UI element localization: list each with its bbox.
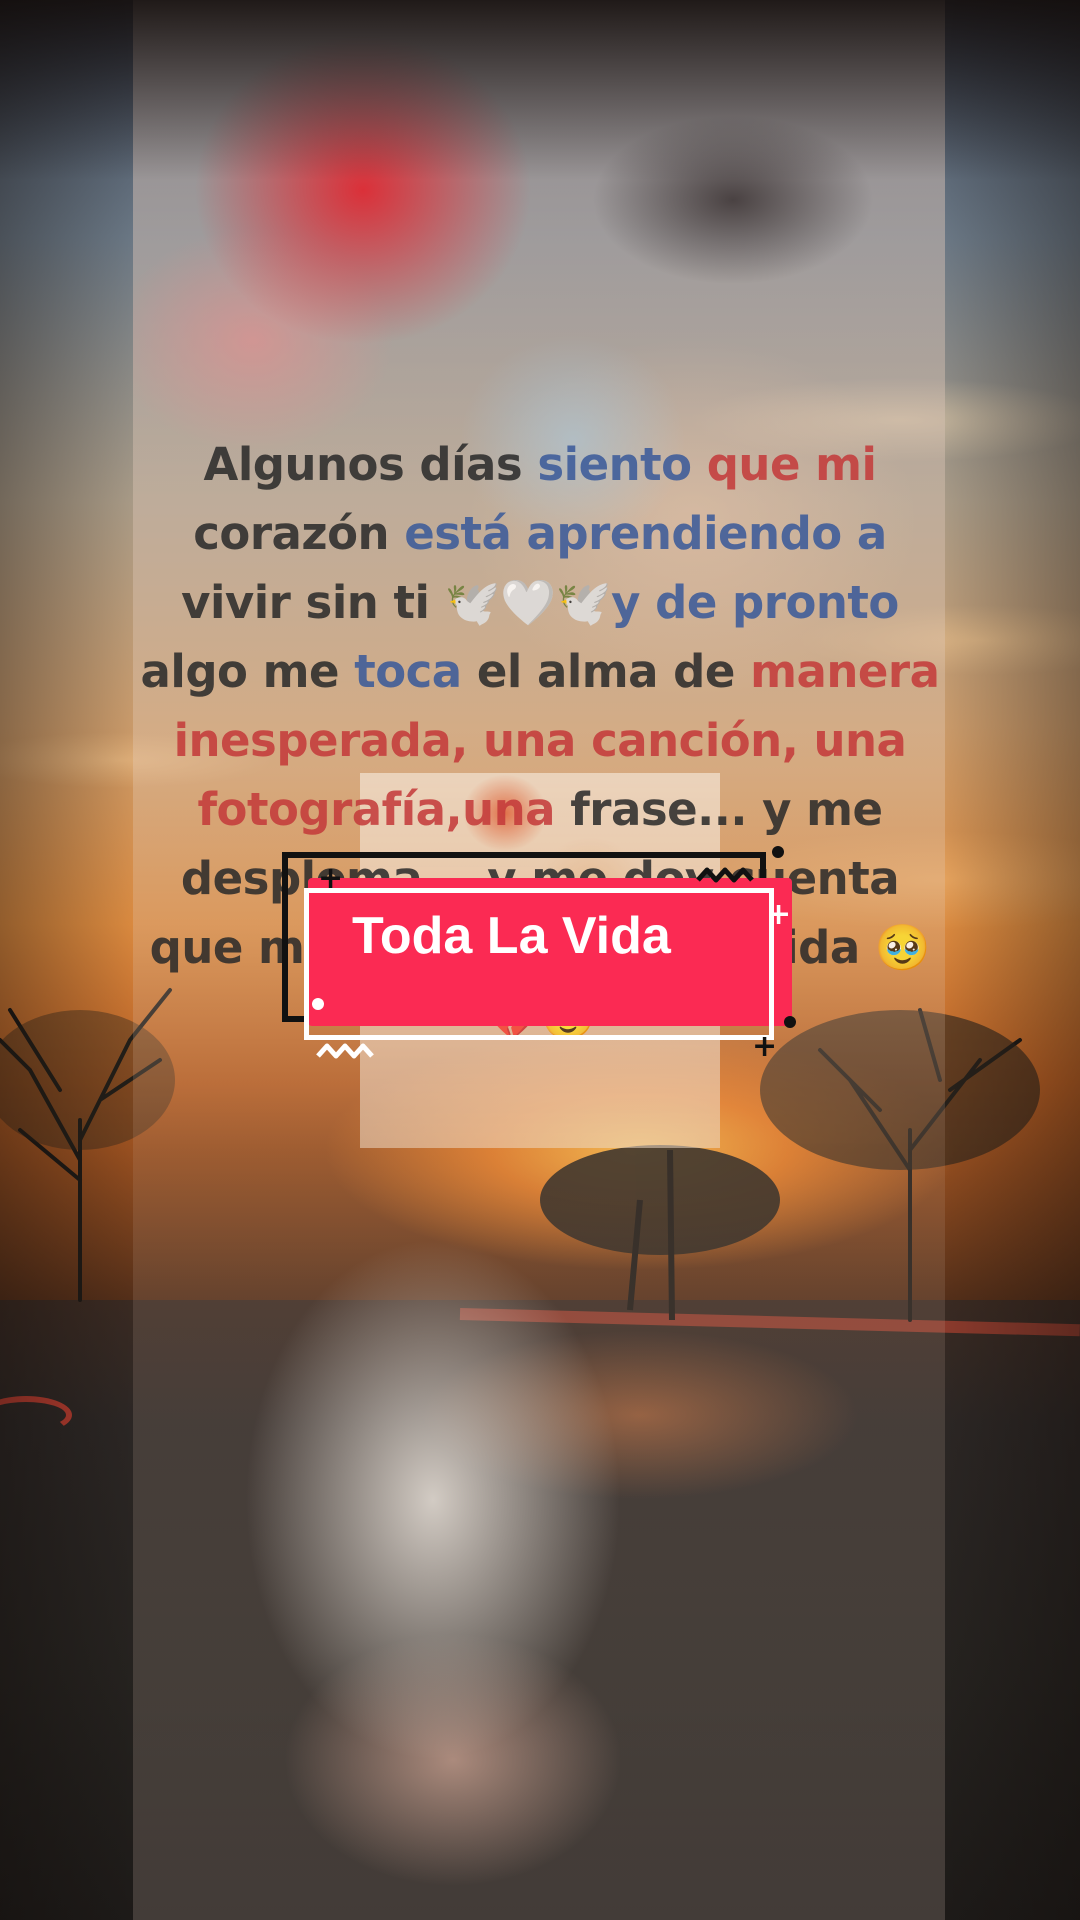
song-title: Toda La Vida [352,907,671,965]
caption-segment: Algunos días [203,438,538,491]
caption-segment: siento [537,438,707,491]
zigzag-icon [316,1043,374,1059]
caption-segment: está aprendiendo a [404,507,902,560]
caption-segment: frase... y me [570,783,898,836]
right-edge-shade [945,0,1080,1920]
title-badge: Toda La Vida + + + [282,846,798,1064]
plus-icon: + [766,897,792,932]
caption-segment: algo me [140,645,355,698]
plus-icon: + [752,1029,778,1064]
dot-icon [784,1016,796,1028]
dot-icon [312,998,324,1010]
caption-segment: toca [354,645,477,698]
caption-segment: vivir sin ti 🕊️🤍🕊️ [181,576,612,629]
video-frame: Algunos días siento que mi corazón está … [0,0,1080,1920]
caption-segment: corazón [193,507,405,560]
caption-segment: y de pronto [611,576,914,629]
dot-icon [772,846,784,858]
top-dark-band [0,0,1080,180]
caption-segment: el alma de [476,645,751,698]
zigzag-icon [696,867,754,883]
left-edge-shade [0,0,133,1920]
plus-icon: + [318,861,344,896]
caption-segment: que mi [706,438,892,491]
